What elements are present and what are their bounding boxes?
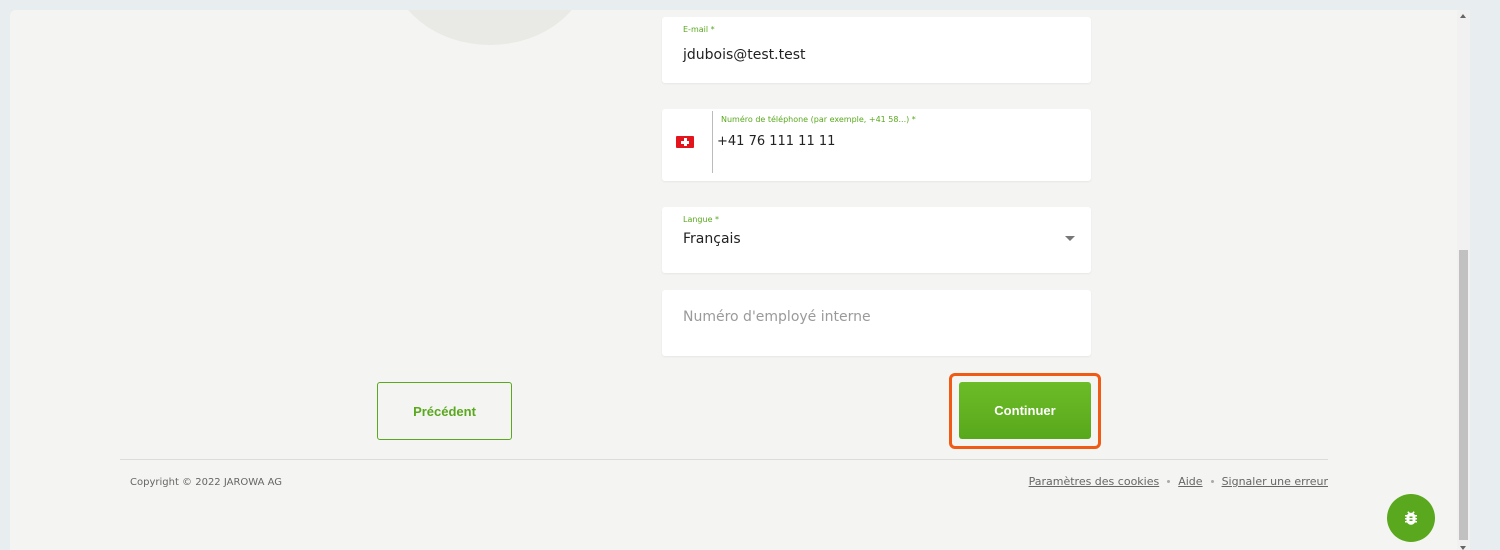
vertical-scrollbar[interactable] xyxy=(1457,10,1470,550)
previous-button[interactable]: Précédent xyxy=(377,382,512,440)
switzerland-flag-icon[interactable] xyxy=(676,136,694,148)
avatar-placeholder xyxy=(390,10,590,45)
phone-divider xyxy=(712,111,713,173)
bug-report-button[interactable] xyxy=(1387,494,1435,542)
footer-links: Paramètres des cookies Aide Signaler une… xyxy=(1029,475,1328,488)
report-error-link[interactable]: Signaler une erreur xyxy=(1222,475,1328,488)
phone-field[interactable]: Numéro de téléphone (par exemple, +41 58… xyxy=(662,109,1091,181)
scrollbar-thumb[interactable] xyxy=(1459,250,1468,540)
bug-icon xyxy=(1405,511,1417,525)
cookie-settings-link[interactable]: Paramètres des cookies xyxy=(1029,475,1160,488)
separator-dot xyxy=(1167,480,1171,483)
email-value[interactable]: jdubois@test.test xyxy=(683,47,806,63)
phone-value[interactable]: +41 76 111 11 11 xyxy=(717,134,835,149)
language-value: Français xyxy=(683,231,741,247)
scroll-down-icon[interactable] xyxy=(1460,546,1466,550)
employee-number-field[interactable]: Numéro d'employé interne xyxy=(662,290,1091,356)
separator-dot xyxy=(1210,480,1214,483)
page-content: E-mail * jdubois@test.test Numéro de tél… xyxy=(10,10,1457,550)
help-link[interactable]: Aide xyxy=(1178,475,1202,488)
email-field[interactable]: E-mail * jdubois@test.test xyxy=(662,17,1091,83)
email-label: E-mail * xyxy=(683,25,715,34)
chevron-down-icon[interactable] xyxy=(1065,236,1075,241)
language-label: Langue * xyxy=(683,215,720,224)
employee-number-placeholder[interactable]: Numéro d'employé interne xyxy=(683,309,871,325)
continue-button-highlight: Continuer xyxy=(949,373,1101,449)
language-select[interactable]: Langue * Français xyxy=(662,207,1091,273)
phone-label: Numéro de téléphone (par exemple, +41 58… xyxy=(721,115,916,124)
scroll-up-icon[interactable] xyxy=(1460,14,1466,18)
copyright-text: Copyright © 2022 JAROWA AG xyxy=(130,477,283,488)
footer-divider xyxy=(120,459,1328,460)
continue-button[interactable]: Continuer xyxy=(959,382,1091,439)
